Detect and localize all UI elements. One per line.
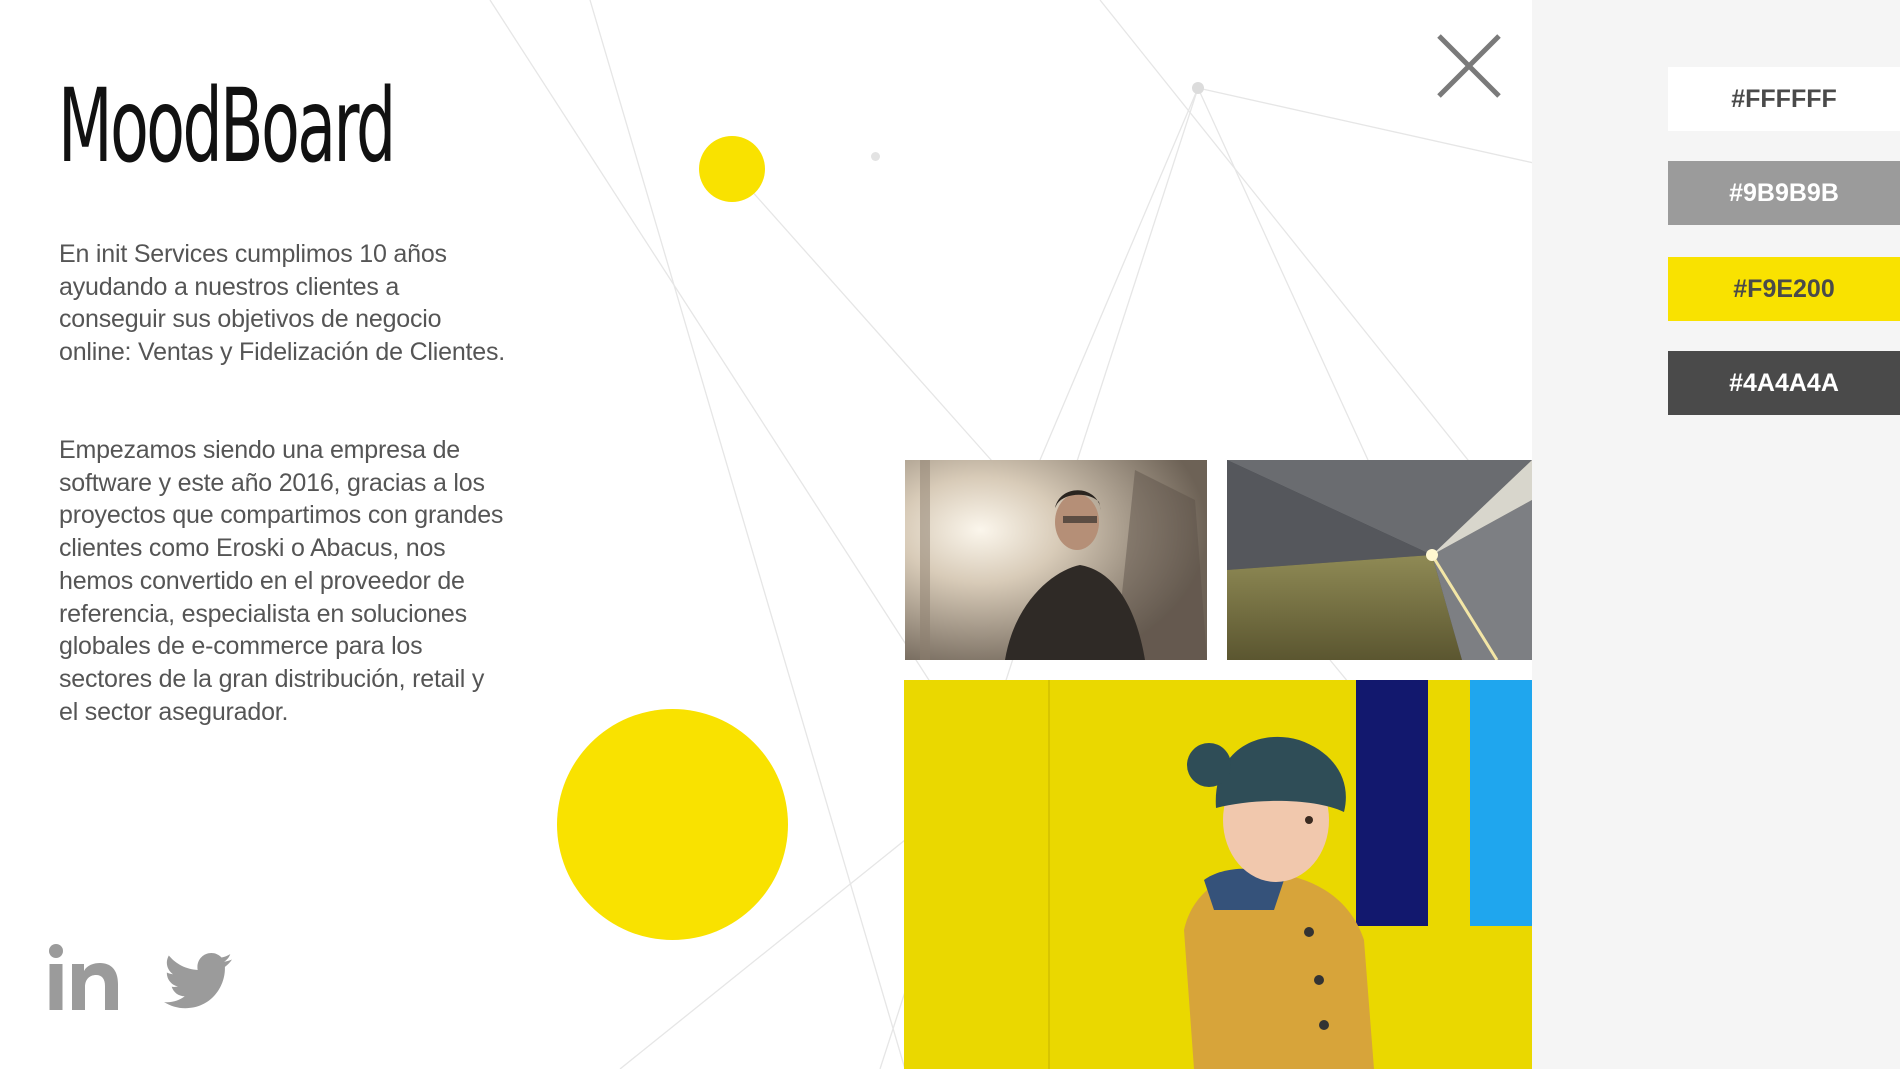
linkedin-link[interactable]	[48, 944, 118, 1010]
page-title: MoodBoard	[58, 67, 396, 186]
network-node-dot	[1192, 82, 1204, 94]
color-swatch-ffffff[interactable]: #FFFFFF	[1668, 67, 1900, 131]
large-yellow-circle	[557, 709, 788, 940]
intro-paragraph-2: Empezamos siendo una empresa de software…	[59, 436, 504, 726]
close-button[interactable]	[1433, 30, 1505, 102]
linkedin-icon	[49, 944, 118, 1010]
intro-paragraph-1: En init Services cumplimos 10 años ayuda…	[59, 240, 506, 367]
tiny-gray-dot	[871, 152, 880, 161]
color-swatch-f9e200[interactable]: #F9E200	[1668, 257, 1900, 321]
child-yellow-wall-photo	[904, 680, 1532, 1069]
subway-platform-photo	[1227, 460, 1532, 660]
twitter-link[interactable]	[164, 952, 232, 1010]
man-in-sunlight-photo	[905, 460, 1207, 660]
close-icon	[1437, 34, 1501, 98]
color-swatch-4a4a4a[interactable]: #4A4A4A	[1668, 351, 1900, 415]
color-swatch-9b9b9b[interactable]: #9B9B9B	[1668, 161, 1900, 225]
twitter-icon	[164, 952, 232, 1009]
small-yellow-circle	[699, 136, 765, 202]
